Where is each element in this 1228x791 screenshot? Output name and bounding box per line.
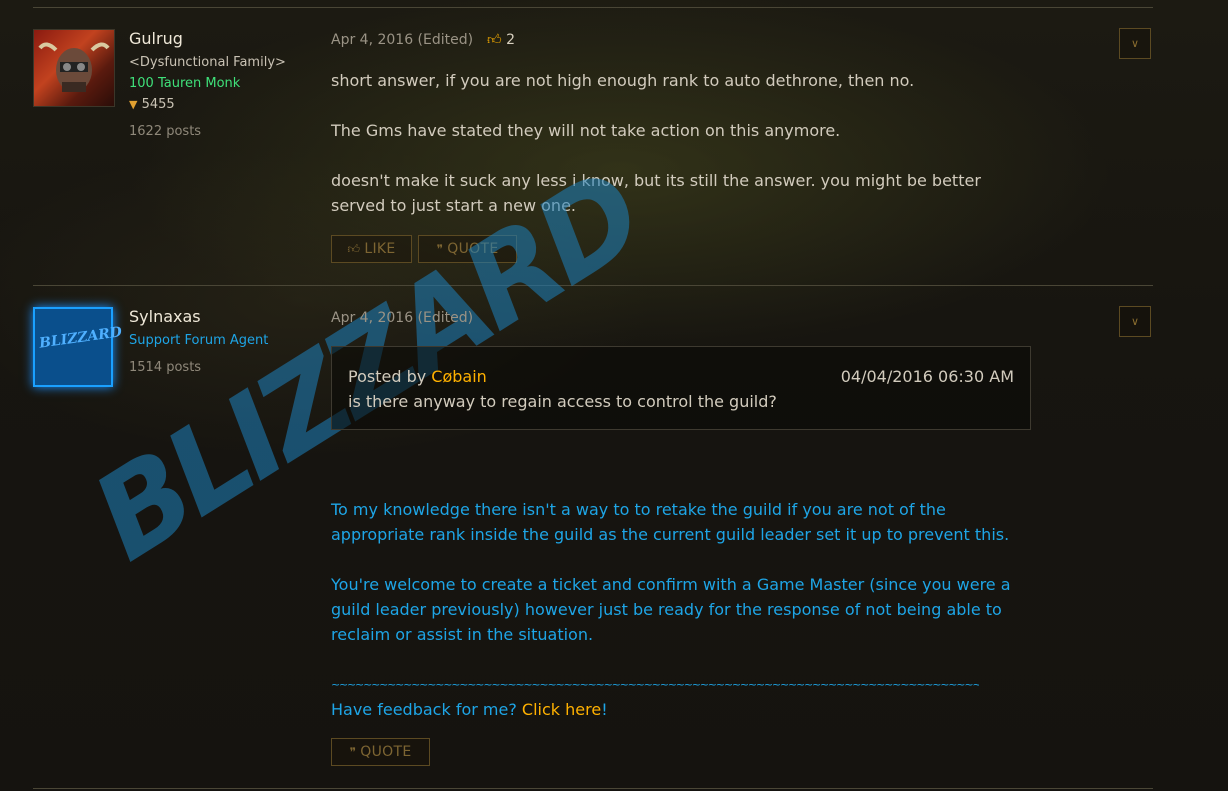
quoted-post: Posted by Cøbain 04/04/2016 06:30 AM is …: [331, 346, 1031, 430]
guild-name[interactable]: <Dysfunctional Family>: [129, 55, 286, 70]
avatar-sylnaxas[interactable]: BLIZZARD: [33, 307, 123, 387]
author-name[interactable]: Gulrug: [129, 29, 183, 48]
quote-header: Posted by Cøbain: [348, 367, 487, 386]
quote-icon: ❞: [349, 745, 357, 759]
thumbs-up-icon: 👍︎: [487, 32, 502, 48]
tauren-portrait-icon: [38, 42, 110, 92]
author-name[interactable]: Sylnaxas: [129, 307, 201, 326]
avatar-gulrug[interactable]: [33, 29, 115, 107]
signature-feedback: Have feedback for me? Click here!: [331, 700, 608, 719]
post-menu-button[interactable]: ∨: [1119, 28, 1151, 59]
post-count: 1622 posts: [129, 124, 202, 139]
bottom-divider: [33, 788, 1153, 789]
character-info[interactable]: 100 Tauren Monk: [129, 76, 240, 91]
post-paragraph: You're welcome to create a ticket and co…: [331, 575, 1011, 644]
post-date[interactable]: Apr 4, 2016 (Edited): [331, 310, 473, 326]
post-paragraph: short answer, if you are not high enough…: [331, 71, 915, 90]
post-body: To my knowledge there isn't a way to to …: [331, 497, 1031, 722]
like-count: 👍︎ 2: [487, 32, 516, 48]
shield-icon: ▼: [129, 98, 138, 111]
quote-button[interactable]: ❞ QUOTE: [331, 738, 430, 766]
top-divider: [33, 7, 1153, 8]
thumbs-up-icon: 👍︎: [347, 242, 361, 256]
chevron-down-icon: ∨: [1130, 315, 1140, 328]
quote-text: is there anyway to regain access to cont…: [348, 392, 777, 411]
chevron-down-icon: ∨: [1130, 37, 1140, 50]
signature-separator: ~~~~~~~~~~~~~~~~~~~~~~~~~~~~~~~~~~~~~~~~…: [331, 678, 979, 691]
post-divider: [33, 285, 1153, 286]
quote-button[interactable]: ❞ QUOTE: [418, 235, 517, 263]
like-button[interactable]: 👍︎ LIKE: [331, 235, 412, 263]
feedback-link[interactable]: Click here: [522, 700, 601, 719]
post-body: short answer, if you are not high enough…: [331, 68, 1031, 243]
post-paragraph: The Gms have stated they will not take a…: [331, 121, 841, 140]
achievement-points: ▼ 5455: [129, 97, 175, 112]
blizzard-logo-icon: BLIZZARD: [38, 324, 123, 352]
quote-author-link[interactable]: Cøbain: [431, 367, 487, 386]
quote-icon: ❞: [436, 242, 444, 256]
post-count: 1514 posts: [129, 360, 202, 375]
post-paragraph: doesn't make it suck any less i know, bu…: [331, 171, 981, 215]
post-menu-button[interactable]: ∨: [1119, 306, 1151, 337]
quote-timestamp: 04/04/2016 06:30 AM: [840, 367, 1014, 386]
post-date[interactable]: Apr 4, 2016 (Edited): [331, 32, 473, 48]
post-paragraph: To my knowledge there isn't a way to to …: [331, 500, 1010, 544]
author-role: Support Forum Agent: [129, 333, 269, 348]
